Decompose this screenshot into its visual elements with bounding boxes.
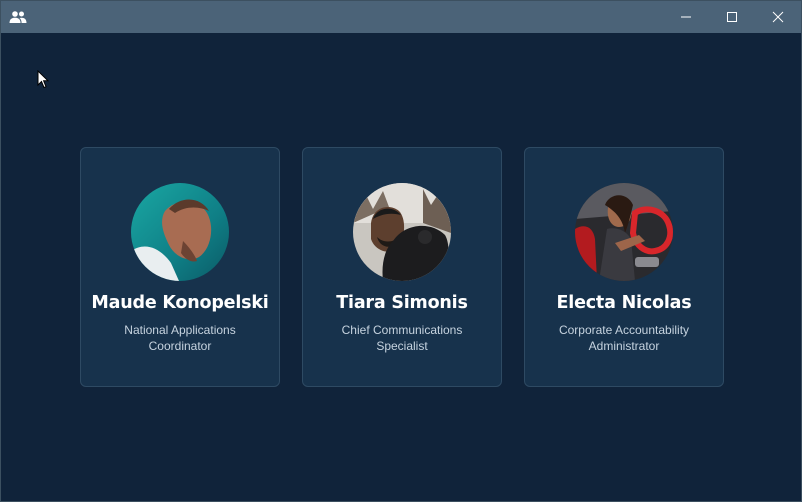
mouse-cursor-icon <box>37 70 49 89</box>
avatar <box>575 183 673 281</box>
person-title: National Applications Coordinator <box>124 323 236 353</box>
minimize-button[interactable] <box>663 1 709 33</box>
person-title: Corporate Accountability Administrator <box>558 323 690 353</box>
close-icon <box>772 11 784 23</box>
profile-card[interactable]: Electa Nicolas Corporate Accountability … <box>524 147 724 387</box>
title-bar[interactable] <box>1 1 801 33</box>
profile-card[interactable]: Tiara Simonis Chief Communications Speci… <box>302 147 502 387</box>
avatar <box>131 183 229 281</box>
maximize-icon <box>727 12 737 22</box>
avatar <box>353 183 451 281</box>
close-button[interactable] <box>755 1 801 33</box>
profile-card[interactable]: Maude Konopelski National Applications C… <box>80 147 280 387</box>
app-window: Maude Konopelski National Applications C… <box>0 0 802 502</box>
maximize-button[interactable] <box>709 1 755 33</box>
person-title: Chief Communications Specialist <box>341 323 463 353</box>
minimize-icon <box>681 16 691 18</box>
person-name: Maude Konopelski <box>91 293 269 313</box>
person-name: Electa Nicolas <box>556 293 692 313</box>
person-name: Tiara Simonis <box>336 293 468 313</box>
people-icon <box>9 11 27 23</box>
